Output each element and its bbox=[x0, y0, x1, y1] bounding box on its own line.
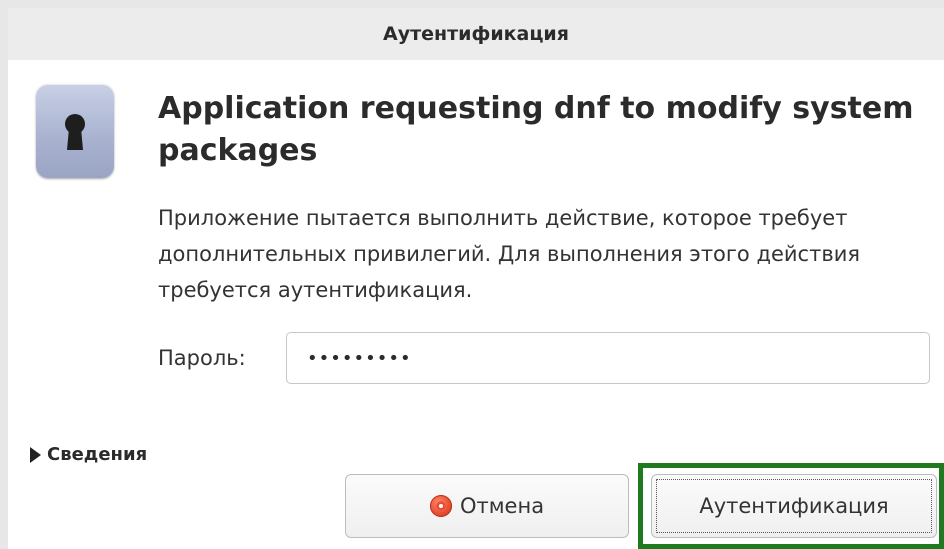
authenticate-button[interactable]: Аутентификация bbox=[651, 474, 937, 538]
keyhole-lock-icon bbox=[36, 84, 114, 178]
password-field[interactable] bbox=[286, 332, 930, 384]
details-label: Сведения bbox=[47, 444, 148, 465]
cancel-button-label: Отмена bbox=[459, 494, 545, 518]
triangle-right-icon bbox=[30, 446, 41, 463]
authenticate-button-label: Аутентификация bbox=[699, 494, 889, 518]
keyhole-glyph bbox=[65, 114, 85, 150]
password-label: Пароль: bbox=[158, 346, 246, 370]
title-bar[interactable]: Аутентификация bbox=[8, 8, 944, 60]
auth-dialog: Аутентификация Application requesting dn… bbox=[8, 8, 944, 549]
dialog-message: Приложение пытается выполнить действие, … bbox=[158, 206, 860, 302]
cancel-button[interactable]: Отмена bbox=[345, 474, 629, 538]
dialog-heading: Application requesting dnf to modify sys… bbox=[158, 91, 914, 168]
details-expander[interactable]: Сведения bbox=[30, 444, 147, 465]
cancel-stop-icon bbox=[429, 495, 452, 517]
window-title: Аутентификация bbox=[383, 23, 569, 45]
